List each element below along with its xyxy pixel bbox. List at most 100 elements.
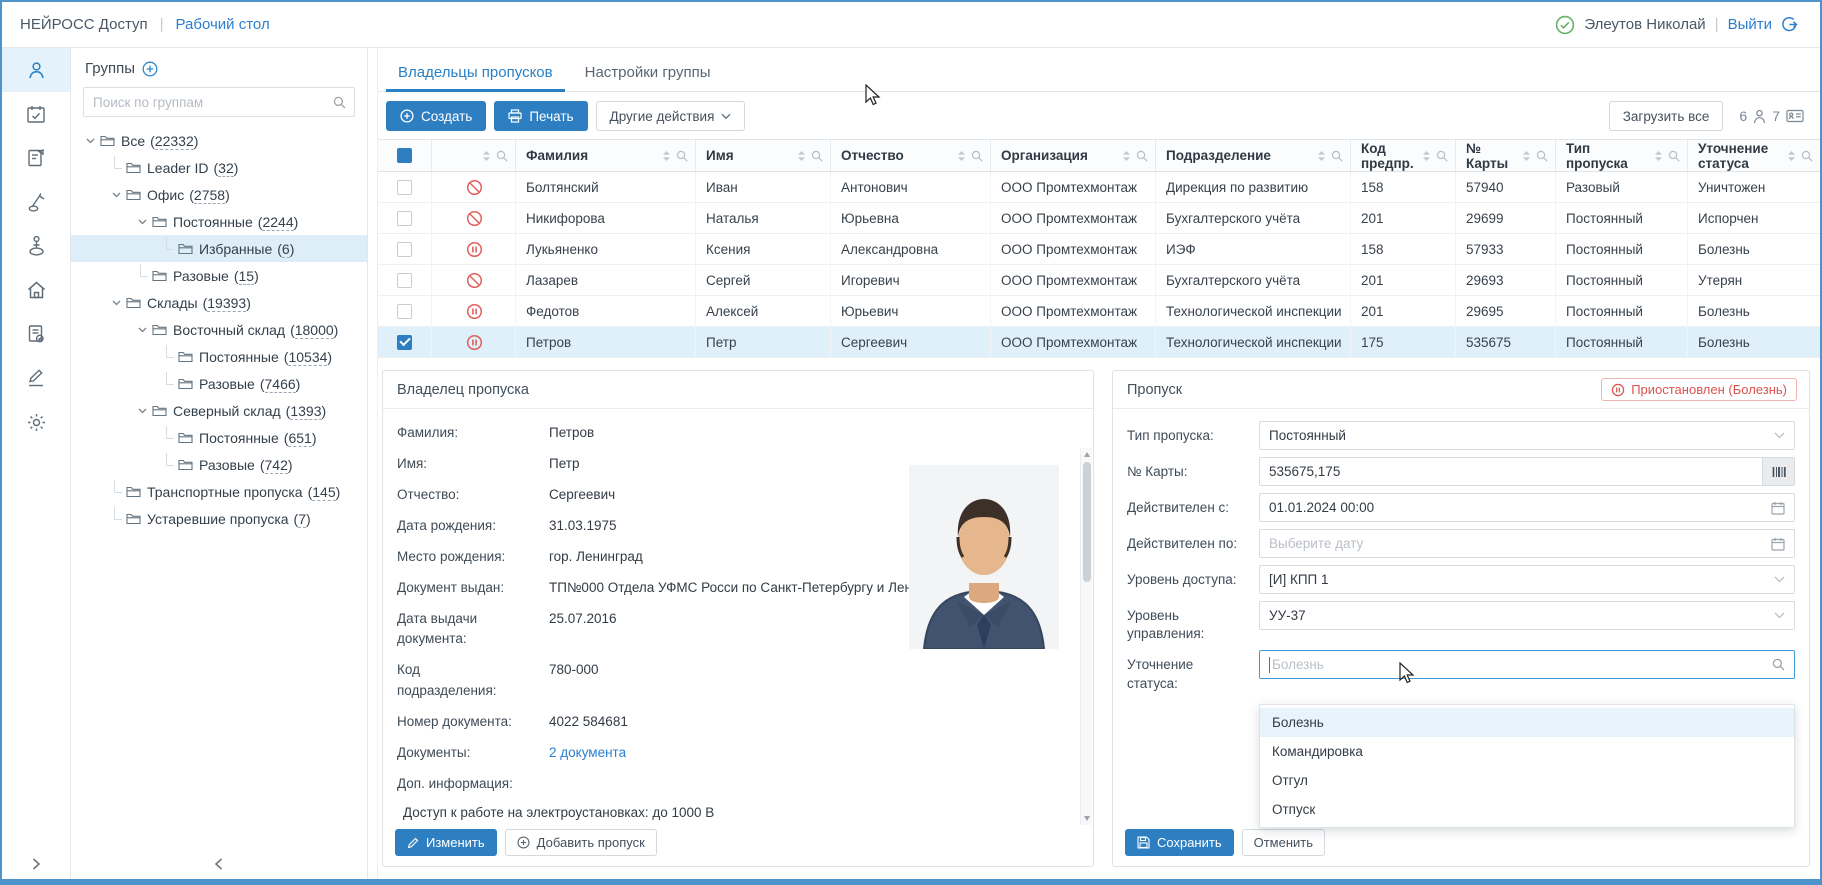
column-header[interactable]: Фамилия: [516, 140, 696, 171]
tree-item-count[interactable]: (651): [284, 430, 317, 446]
tree-item-count[interactable]: (19393): [203, 295, 251, 311]
column-search-icon[interactable]: [971, 150, 983, 162]
access-level-select[interactable]: [И] КПП 1: [1259, 565, 1795, 594]
dropdown-option[interactable]: Отгул: [1260, 766, 1794, 795]
column-header[interactable]: Отчество: [831, 140, 991, 171]
rail-item-edit[interactable]: [2, 356, 70, 400]
rail-item-home[interactable]: [2, 268, 70, 312]
tree-item-count[interactable]: (22332): [150, 133, 198, 149]
sort-icon[interactable]: [1122, 150, 1131, 162]
sort-icon[interactable]: [662, 150, 671, 162]
tree-item-count[interactable]: (10534): [284, 349, 332, 365]
column-search-icon[interactable]: [1536, 150, 1548, 162]
table-row[interactable]: ПетровПетрСергеевичООО ПромтехмонтажТехн…: [378, 327, 1820, 358]
sort-icon[interactable]: [1317, 150, 1326, 162]
tree-item[interactable]: Постоянные(10534): [71, 343, 367, 370]
documents-link[interactable]: 2 документа: [549, 743, 626, 764]
tree-item-count[interactable]: (7466): [260, 376, 301, 392]
card-number-input[interactable]: 535675,175: [1259, 457, 1795, 486]
tree-chevron-down-icon[interactable]: [107, 300, 125, 306]
calendar-icon[interactable]: [1771, 537, 1785, 551]
row-checkbox[interactable]: [397, 304, 412, 319]
tree-item-count[interactable]: (15): [234, 268, 259, 284]
tree-item[interactable]: Разовые(15): [71, 262, 367, 289]
rail-item-documents[interactable]: [2, 312, 70, 356]
column-header[interactable]: Тип пропуска: [1556, 140, 1688, 171]
sort-icon[interactable]: [482, 150, 491, 162]
valid-to-input[interactable]: Выберите дату: [1259, 529, 1795, 558]
column-search-icon[interactable]: [1436, 150, 1448, 162]
column-search-icon[interactable]: [811, 150, 823, 162]
add-pass-button[interactable]: Добавить пропуск: [505, 829, 657, 856]
valid-from-input[interactable]: 01.01.2024 00:00: [1259, 493, 1795, 522]
tree-item[interactable]: Разовые(7466): [71, 370, 367, 397]
panel-resizer[interactable]: [368, 48, 378, 879]
column-search-icon[interactable]: [1668, 150, 1680, 162]
group-search-input[interactable]: [93, 95, 333, 110]
tree-item[interactable]: Северный склад(1393): [71, 397, 367, 424]
column-search-icon[interactable]: [1801, 150, 1813, 162]
tree-item-count[interactable]: (32): [213, 160, 238, 176]
tree-chevron-down-icon[interactable]: [107, 192, 125, 198]
column-header[interactable]: Подразделение: [1156, 140, 1351, 171]
tree-chevron-down-icon[interactable]: [81, 138, 99, 144]
tree-chevron-down-icon[interactable]: [133, 327, 151, 333]
column-header[interactable]: Уточнение статуса: [1688, 140, 1820, 171]
status-refine-input[interactable]: Болезнь: [1259, 650, 1795, 679]
rail-item-schedule[interactable]: [2, 92, 70, 136]
dropdown-option[interactable]: Отпуск: [1260, 795, 1794, 824]
add-group-icon[interactable]: [142, 61, 158, 77]
column-search-icon[interactable]: [1331, 150, 1343, 162]
column-search-icon[interactable]: [496, 150, 508, 162]
tree-item[interactable]: Офис(2758): [71, 181, 367, 208]
tab-group-settings[interactable]: Настройки группы: [573, 56, 723, 91]
print-button[interactable]: Печать: [494, 101, 587, 131]
tree-item[interactable]: Устаревшие пропуска(7): [71, 505, 367, 532]
rail-item-access-zones[interactable]: [2, 224, 70, 268]
card-reader-button[interactable]: [1762, 458, 1794, 485]
tree-item[interactable]: Постоянные(2244): [71, 208, 367, 235]
dropdown-option[interactable]: Болезнь: [1260, 708, 1794, 737]
tree-item-count[interactable]: (1393): [286, 403, 327, 419]
tree-chevron-down-icon[interactable]: [133, 219, 151, 225]
rail-expand-button[interactable]: [2, 857, 70, 871]
tree-item-count[interactable]: (2758): [189, 187, 230, 203]
table-row[interactable]: ЛазаревСергейИгоревичООО ПромтехмонтажБу…: [378, 265, 1820, 296]
column-search-icon[interactable]: [676, 150, 688, 162]
pass-type-select[interactable]: Постоянный: [1259, 421, 1795, 450]
tree-item[interactable]: Постоянные(651): [71, 424, 367, 451]
tree-chevron-down-icon[interactable]: [133, 408, 151, 414]
row-checkbox[interactable]: [397, 273, 412, 288]
tree-item[interactable]: Разовые(742): [71, 451, 367, 478]
tree-item-count[interactable]: (2244): [258, 214, 299, 230]
rail-item-turnstile[interactable]: [2, 180, 70, 224]
calendar-icon[interactable]: [1771, 501, 1785, 515]
tree-item[interactable]: Восточный склад(18000): [71, 316, 367, 343]
sort-icon[interactable]: [957, 150, 966, 162]
column-header[interactable]: Организация: [991, 140, 1156, 171]
tree-item[interactable]: Склады(19393): [71, 289, 367, 316]
search-icon[interactable]: [333, 96, 346, 109]
rail-item-pass-requests[interactable]: [2, 136, 70, 180]
more-actions-button[interactable]: Другие действия: [596, 101, 746, 131]
tree-item-count[interactable]: (18000): [290, 322, 338, 338]
save-button[interactable]: Сохранить: [1125, 829, 1234, 856]
rail-item-settings[interactable]: [2, 400, 70, 444]
sort-icon[interactable]: [1654, 150, 1663, 162]
cancel-button[interactable]: Отменить: [1242, 829, 1325, 856]
rail-item-pass-owners[interactable]: [2, 48, 70, 92]
tree-item-count[interactable]: (7): [294, 511, 311, 527]
sort-icon[interactable]: [1522, 150, 1531, 162]
sort-icon[interactable]: [1787, 150, 1796, 162]
tree-item[interactable]: Избранные(6): [71, 235, 367, 262]
table-row[interactable]: ЛукьяненкоКсенияАлександровнаООО Промтех…: [378, 234, 1820, 265]
row-checkbox[interactable]: [397, 335, 412, 350]
tree-item[interactable]: Leader ID(32): [71, 154, 367, 181]
mgmt-level-select[interactable]: УУ-37: [1259, 601, 1795, 630]
load-all-button[interactable]: Загрузить все: [1609, 101, 1724, 131]
tab-pass-owners[interactable]: Владельцы пропусков: [386, 56, 565, 91]
edit-owner-button[interactable]: Изменить: [395, 829, 497, 856]
tree-item[interactable]: Все(22332): [71, 127, 367, 154]
row-checkbox[interactable]: [397, 211, 412, 226]
sort-icon[interactable]: [797, 150, 806, 162]
